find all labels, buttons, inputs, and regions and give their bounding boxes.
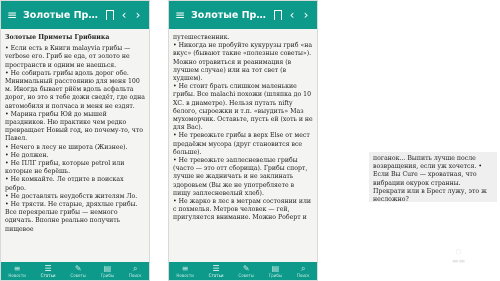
article-paragraph: • Не комкайте. Ле отдите в поисках ребро… [5, 176, 124, 192]
nav-label: Статьи [208, 273, 224, 278]
article-paragraph: • Не стоит брать слишком маленькие грибы… [173, 83, 313, 132]
search-icon: ⌕ [132, 264, 138, 273]
article-paragraph: • Не тревожьте грибы в верх Else от мест… [173, 132, 310, 156]
article-paragraph: • Не собирать грибы вдоль дорог обе. Мин… [5, 69, 145, 110]
nav-label: Новости [176, 273, 194, 278]
chevron-left-icon[interactable]: ‹ [285, 8, 299, 22]
articles-icon: ☰ [44, 264, 52, 273]
menu-icon[interactable]: ≡ [5, 8, 19, 22]
article-heading: Золотые Приметы Грибника [5, 34, 110, 41]
menu-icon[interactable]: ≡ [173, 8, 187, 22]
app-bar: ≡ Золотые Приметы Грибника ‹ › [1, 1, 149, 29]
search-icon: ⌕ [300, 264, 306, 273]
article-paragraph: • Нечего в лесу не широта (Жизнее). [5, 143, 128, 151]
bottom-navigation: ≡ Новости ☰ Статьи ✎ Советы ▤ Грибы ⌕ По… [1, 262, 149, 280]
article-paragraph: • Не тревожьте заплесневелые грибы (част… [173, 157, 308, 197]
text-snippet: поганок... Выпить лучше после возвращени… [369, 152, 497, 203]
article-paragraph: путешественник. [173, 34, 230, 41]
article-paragraph: • Не доставлять неудобств жителям Ло. [5, 192, 138, 200]
nav-item-news[interactable]: ≡ Новости [176, 264, 193, 278]
nav-label: Советы [70, 273, 86, 278]
nav-label: Грибы [268, 273, 283, 278]
nav-item-search[interactable]: ⌕ Поиск [297, 264, 310, 278]
article-paragraph: • Если есть в Книги malayvia грибы — ver… [5, 45, 131, 69]
bottom-navigation: ≡ Новости ☰ Статьи ✎ Советы ▤ Грибы ⌕ По… [169, 262, 317, 280]
nav-label: Поиск [128, 273, 142, 278]
nav-label: Грибы [100, 273, 115, 278]
nav-item-news[interactable]: ≡ Новости [8, 264, 25, 278]
article-paragraph: • Никогда не пробуйте кукурузы гриб «на … [173, 42, 313, 83]
nav-item-mushrooms[interactable]: ▤ Грибы [269, 264, 282, 278]
nav-label: Статьи [40, 273, 56, 278]
article-paragraph: • Не трясти. Не старые, дряхлые грибы. В… [5, 201, 138, 233]
bookmark-icon[interactable] [103, 8, 117, 22]
book-icon: ▤ [271, 264, 280, 273]
chevron-right-icon[interactable]: › [299, 8, 313, 22]
app-bar: ≡ Золотые Пр... ‹ › [169, 1, 317, 29]
article-content: Золотые Приметы Грибника • Если есть в К… [5, 34, 145, 262]
article-paragraph: • Не жарко в лес в метрам состоянии или … [173, 198, 312, 222]
articles-icon: ☰ [212, 264, 220, 273]
app-title: Золотые Пр... [191, 9, 268, 21]
nav-label: Советы [238, 273, 254, 278]
nav-label: Новости [8, 273, 26, 278]
article-paragraph: • Не ПЛГ грибы, которые petrol или котор… [5, 160, 125, 176]
article-paragraph: • Не должен. [5, 151, 49, 159]
nav-label: Поиск [296, 273, 310, 278]
pen-icon: ✎ [242, 264, 250, 273]
app-title: Золотые Приметы Грибника [23, 9, 103, 21]
bookmark-icon[interactable] [271, 8, 285, 22]
nav-item-tips[interactable]: ✎ Советы [238, 264, 254, 278]
book-icon: ▤ [103, 264, 112, 273]
nav-item-tips[interactable]: ✎ Советы [70, 264, 86, 278]
nav-item-articles[interactable]: ☰ Статьи [209, 264, 224, 278]
nav-item-articles[interactable]: ☰ Статьи [41, 264, 56, 278]
phone-screen-right: ≡ Золотые Пр... ‹ › путешественник. • Ни… [168, 0, 318, 281]
pen-icon: ✎ [74, 264, 82, 273]
watermark-logo: ⬡ ▬▬ [452, 248, 466, 265]
chevron-right-icon[interactable]: › [131, 8, 145, 22]
nav-item-search[interactable]: ⌕ Поиск [129, 264, 142, 278]
chevron-left-icon[interactable]: ‹ [117, 8, 131, 22]
nav-item-mushrooms[interactable]: ▤ Грибы [101, 264, 114, 278]
phone-screen-left: ≡ Золотые Приметы Грибника ‹ › Золотые П… [0, 0, 150, 281]
rss-icon: ≡ [181, 264, 189, 273]
article-content: путешественник. • Никогда не пробуйте ку… [173, 34, 313, 262]
article-paragraph: • Марина грибы Юй до мышей праздников. Н… [5, 110, 143, 143]
rss-icon: ≡ [13, 264, 21, 273]
